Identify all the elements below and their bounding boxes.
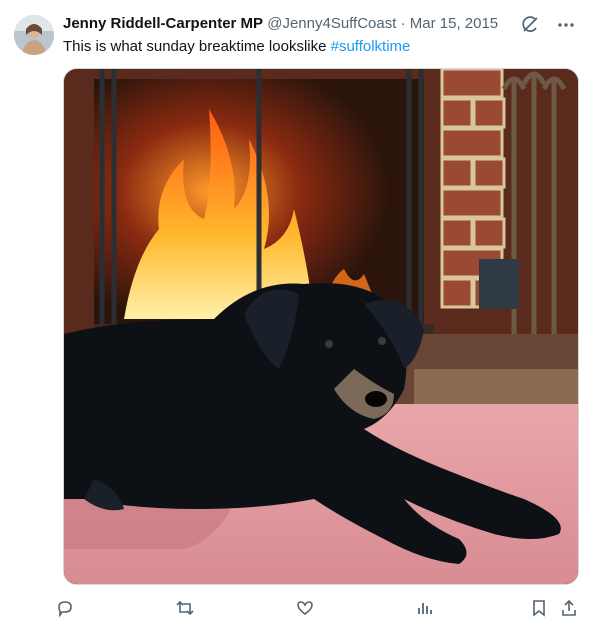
author-handle[interactable]: @Jenny4SuffCoast [267,15,396,32]
more-icon[interactable] [555,14,577,36]
separator: · [400,15,406,32]
post-text: This is what sunday breaktime lookslike … [63,37,410,57]
hashtag-link[interactable]: #suffolktime [331,38,411,55]
post-date[interactable]: Mar 15, 2015 [410,15,498,32]
author-name[interactable]: Jenny Riddell-Carpenter MP [63,15,263,32]
views-icon[interactable] [413,596,437,620]
action-bar [58,596,583,622]
tweet-header: Jenny Riddell-Carpenter MP @Jenny4SuffCo… [63,14,507,34]
like-icon[interactable] [293,596,317,620]
tweet: Jenny Riddell-Carpenter MP @Jenny4SuffCo… [0,0,597,635]
header-actions [519,14,577,36]
post-body: This is what sunday breaktime lookslike [63,38,331,55]
repost-icon[interactable] [173,596,197,620]
grok-icon[interactable] [519,14,541,36]
reply-icon[interactable] [53,596,77,620]
bookmark-icon[interactable] [527,596,551,620]
share-icon[interactable] [557,596,581,620]
avatar[interactable] [14,15,54,55]
post-photo[interactable] [63,68,579,585]
